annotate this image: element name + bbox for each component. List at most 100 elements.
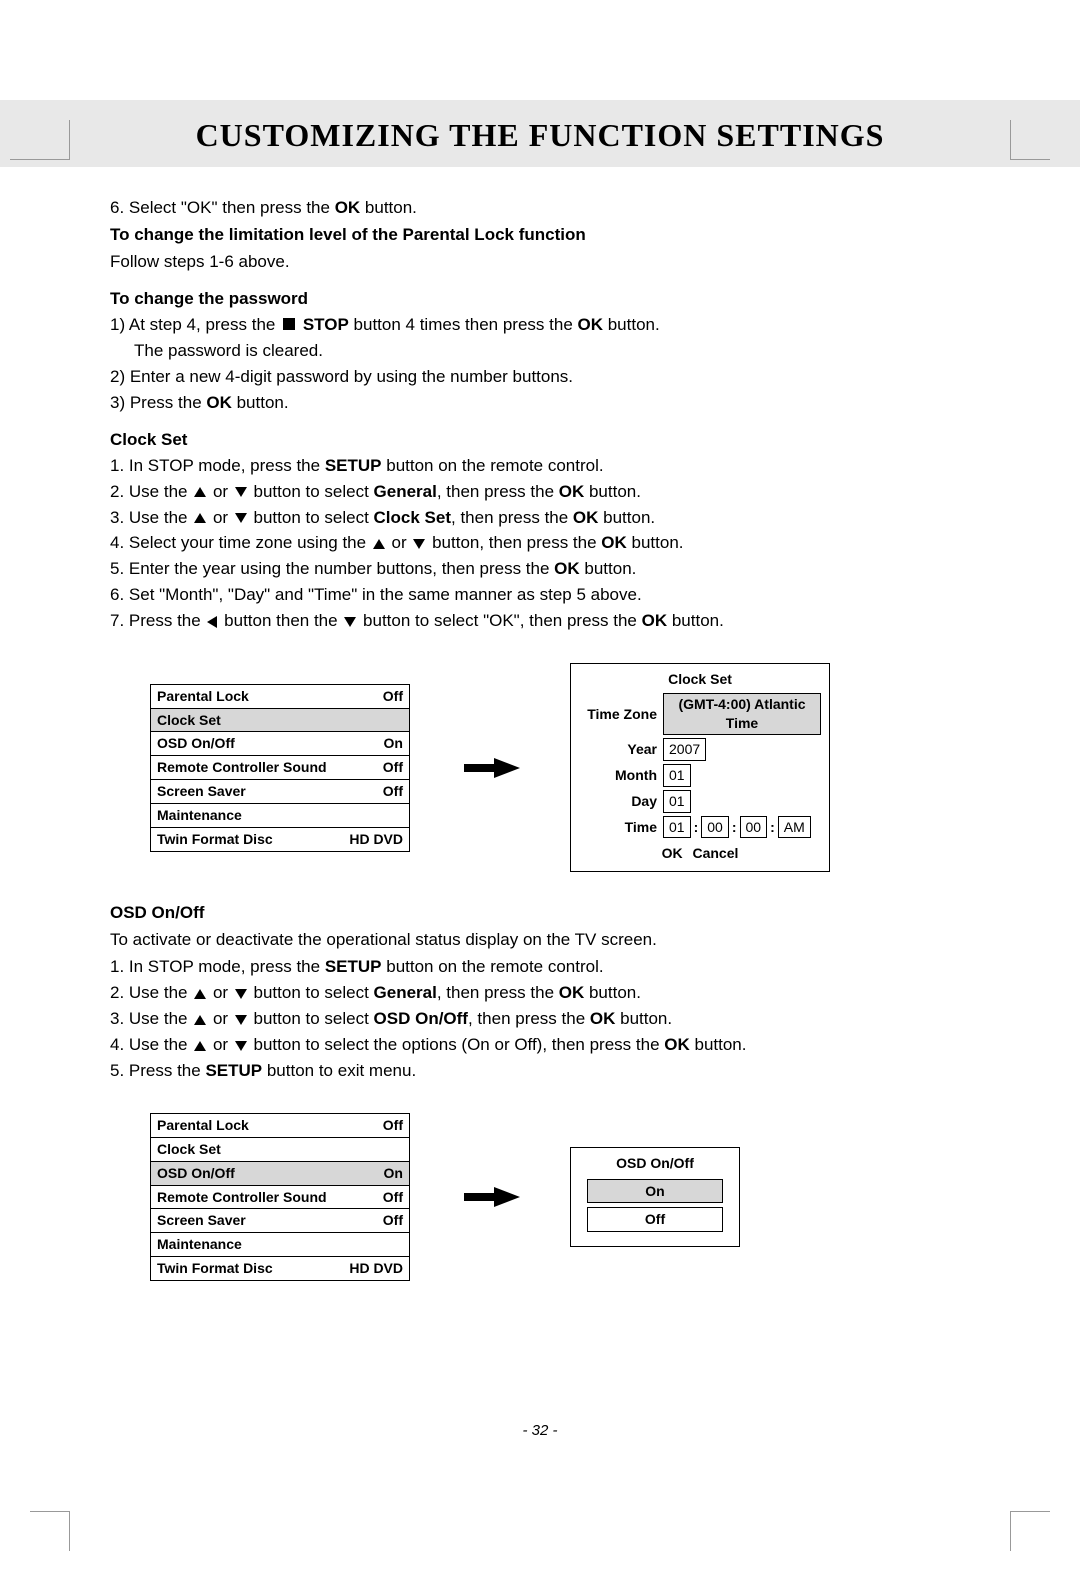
menu-row-label: Screen Saver	[157, 1211, 246, 1230]
text: button.	[360, 198, 417, 217]
menu-row-label: OSD On/Off	[157, 734, 235, 753]
up-arrow-icon	[373, 539, 385, 549]
text: button 4 times then press the	[349, 315, 578, 334]
text: 4. Select your time zone using the	[110, 533, 371, 552]
timezone-label: Time Zone	[579, 705, 657, 724]
text: button to exit menu.	[262, 1061, 416, 1080]
bold-ok: OK	[206, 393, 232, 412]
step-6: 6. Select "OK" then press the OK button.	[110, 197, 980, 220]
menu-row-label: Remote Controller Sound	[157, 758, 327, 777]
bold-setup: SETUP	[205, 1061, 262, 1080]
osd-step-3: 3. Use the or button to select OSD On/Of…	[110, 1008, 980, 1031]
down-arrow-icon	[413, 539, 425, 549]
bold-ok: OK	[335, 198, 361, 217]
up-arrow-icon	[194, 513, 206, 523]
clock-step-3: 3. Use the or button to select Clock Set…	[110, 507, 980, 530]
menu-row-value: Off	[383, 1188, 403, 1207]
osd-desc: To activate or deactivate the operationa…	[110, 929, 980, 952]
text: 6. Select "OK" then press the	[110, 198, 335, 217]
menu-row-value: Off	[383, 1116, 403, 1135]
text: button to select the options (On or Off)…	[249, 1035, 664, 1054]
bold-osd: OSD On/Off	[374, 1009, 468, 1028]
text: 1) At step 4, press the	[110, 315, 280, 334]
text: button.	[615, 1009, 672, 1028]
text: button on the remote control.	[382, 456, 604, 475]
menu-row-value: On	[384, 1164, 403, 1183]
parental-lock-change-heading: To change the limitation level of the Pa…	[110, 224, 980, 247]
clock-step-2: 2. Use the or button to select General, …	[110, 481, 980, 504]
text: or	[208, 983, 233, 1002]
text: button.	[627, 533, 684, 552]
general-menu-diagram-2: Parental LockOffClock SetOSD On/OffOnRem…	[150, 1113, 410, 1281]
text: , then press the	[437, 983, 559, 1002]
text: button.	[667, 611, 724, 630]
text: button to select	[249, 508, 374, 527]
text: button.	[232, 393, 289, 412]
bold-stop: STOP	[303, 315, 349, 334]
menu-row-value: Off	[383, 687, 403, 706]
crop-mark	[1010, 120, 1050, 160]
menu-row-value: HD DVD	[349, 1259, 403, 1278]
text: button.	[584, 983, 641, 1002]
clock-step-7: 7. Press the button then the button to s…	[110, 610, 980, 633]
bold-setup: SETUP	[325, 957, 382, 976]
text: or	[208, 1009, 233, 1028]
text: , then press the	[437, 482, 559, 501]
bold-ok: OK	[642, 611, 668, 630]
text: , then press the	[468, 1009, 590, 1028]
bold-ok: OK	[559, 983, 585, 1002]
text: button on the remote control.	[382, 957, 604, 976]
clock-set-panel-diagram: Clock Set Time Zone (GMT-4:00) Atlantic …	[570, 663, 830, 872]
text: 3) Press the	[110, 393, 206, 412]
menu-row-label: Parental Lock	[157, 1116, 249, 1135]
osd-step-2: 2. Use the or button to select General, …	[110, 982, 980, 1005]
text: or	[387, 533, 412, 552]
text: button, then press the	[427, 533, 601, 552]
left-arrow-icon	[207, 616, 217, 628]
text: 4. Use the	[110, 1035, 192, 1054]
change-password-heading: To change the password	[110, 288, 980, 311]
menu-row-value: Off	[383, 1211, 403, 1230]
text: 7. Press the	[110, 611, 205, 630]
menu-row: Clock Set	[151, 708, 409, 732]
crop-mark	[1010, 1511, 1050, 1551]
clock-cancel-button: Cancel	[692, 844, 738, 863]
text: button.	[598, 508, 655, 527]
bold-ok: OK	[664, 1035, 690, 1054]
text: 3. Use the	[110, 508, 192, 527]
text: 2. Use the	[110, 482, 192, 501]
osd-option-on: On	[587, 1179, 723, 1204]
menu-row: OSD On/OffOn	[151, 1161, 409, 1185]
down-arrow-icon	[235, 513, 247, 523]
up-arrow-icon	[194, 1015, 206, 1025]
bold-clock-set: Clock Set	[374, 508, 451, 527]
clock-step-5: 5. Enter the year using the number butto…	[110, 558, 980, 581]
clock-panel-title: Clock Set	[579, 670, 821, 689]
text: button to select	[249, 1009, 374, 1028]
bold-ok: OK	[601, 533, 627, 552]
clock-step-1: 1. In STOP mode, press the SETUP button …	[110, 455, 980, 478]
menu-row-label: Screen Saver	[157, 782, 246, 801]
clock-ok-button: OK	[662, 844, 683, 863]
menu-row: Screen Saver Off	[151, 1208, 409, 1232]
crop-mark	[30, 1511, 70, 1551]
bold-ok: OK	[578, 315, 604, 334]
menu-row: Parental Lock Off	[151, 1114, 409, 1137]
day-label: Day	[579, 792, 657, 811]
bold-general: General	[374, 482, 437, 501]
clock-step-4: 4. Select your time zone using the or bu…	[110, 532, 980, 555]
pw-step-1b: The password is cleared.	[110, 340, 980, 363]
time-sec: 00	[740, 816, 768, 839]
stop-icon	[283, 318, 295, 330]
pw-step-3: 3) Press the OK button.	[110, 392, 980, 415]
year-value: 2007	[663, 738, 706, 761]
menu-row-value: On	[384, 734, 403, 753]
text: 1. In STOP mode, press the	[110, 456, 325, 475]
down-arrow-icon	[235, 1041, 247, 1051]
text: button to select	[249, 983, 374, 1002]
menu-row: Maintenance	[151, 1232, 409, 1256]
text: 5. Enter the year using the number butto…	[110, 559, 554, 578]
up-arrow-icon	[194, 487, 206, 497]
bold-ok: OK	[559, 482, 585, 501]
general-menu-diagram: Parental LockOffClock SetOSD On/OffOnRem…	[150, 684, 410, 852]
